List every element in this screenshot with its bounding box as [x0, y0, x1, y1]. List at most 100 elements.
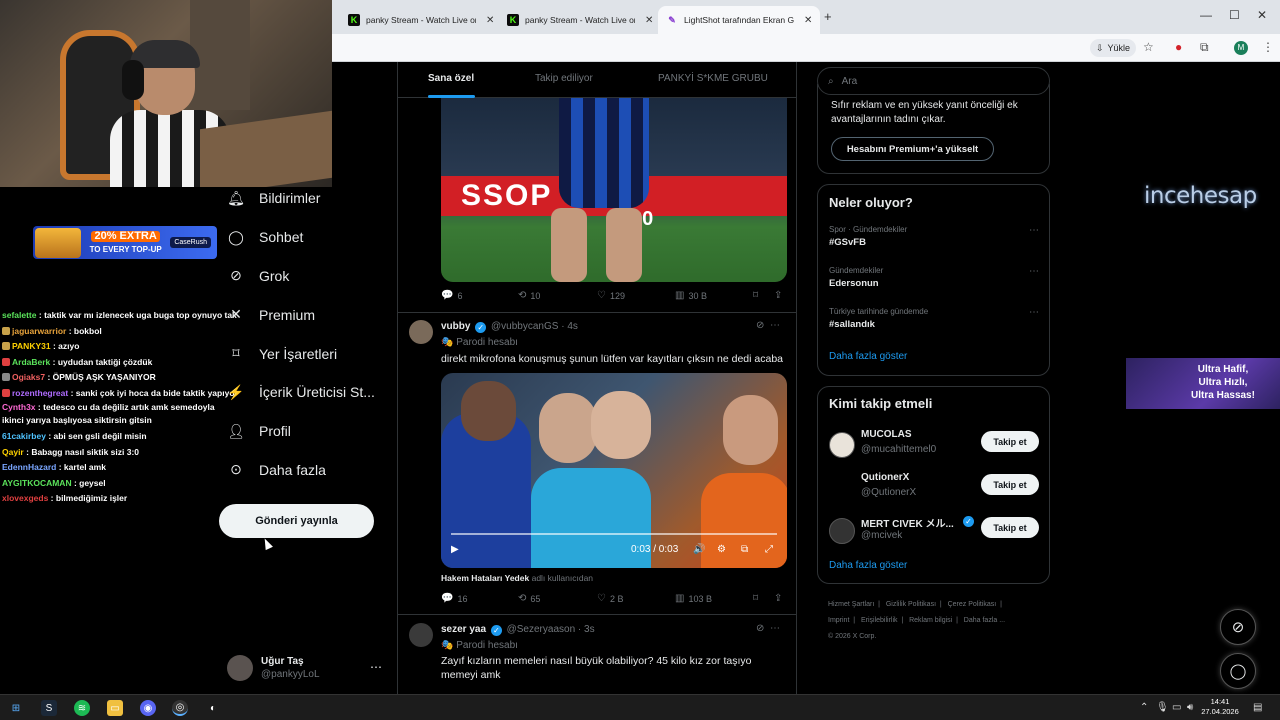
views-button[interactable]: ▥ 30 B: [675, 290, 707, 301]
avatar[interactable]: [829, 432, 855, 458]
browser-profile-avatar[interactable]: M: [1234, 41, 1248, 55]
browser-tab-active[interactable]: ✎ LightShot tarafından Ekran Görüntüsü ✕: [658, 6, 821, 34]
suggested-name[interactable]: MERT CIVEK メル...: [861, 515, 954, 530]
grok-icon[interactable]: ⊘: [756, 623, 764, 634]
more-options-icon[interactable]: ⋯: [770, 320, 780, 331]
notifications-icon[interactable]: ▤: [1253, 702, 1262, 713]
video-progress-bar[interactable]: [451, 533, 777, 535]
tab-following[interactable]: Takip ediliyor: [535, 73, 593, 84]
follow-suggestion[interactable]: MUCOLAS @mucahittemel0 Takip et: [829, 429, 1041, 465]
nav-profile[interactable]: 👤︎ Profil: [227, 412, 397, 451]
trend-item[interactable]: Gündemdekiler Edersonun ⋯: [829, 266, 1039, 289]
more-options-icon[interactable]: ⋯: [770, 623, 780, 634]
avatar[interactable]: [409, 623, 433, 647]
extensions-puzzle-icon[interactable]: ⧉: [1200, 40, 1209, 55]
install-button[interactable]: ⇩ Yükle: [1090, 39, 1137, 57]
suggested-name[interactable]: MUCOLAS: [861, 429, 912, 440]
author-name[interactable]: sezer yaa: [441, 624, 486, 635]
windows-start-icon[interactable]: ⊞: [8, 700, 24, 716]
avatar[interactable]: [409, 320, 433, 344]
maximize-icon[interactable]: ☐: [1229, 8, 1240, 22]
more-options-icon[interactable]: ⋯: [1029, 307, 1039, 318]
browser-menu-icon[interactable]: ⋮: [1262, 40, 1274, 54]
nav-notifications[interactable]: 🔔︎ Bildirimler: [227, 179, 397, 218]
share-button[interactable]: ⇪: [774, 593, 786, 604]
follow-suggestion[interactable]: QutionerX @QutionerX Takip et: [829, 472, 1041, 508]
upgrade-premium-button[interactable]: Hesabını Premium+'a yükselt: [831, 137, 994, 161]
close-tab-icon[interactable]: ✕: [804, 15, 812, 26]
browser-tab[interactable]: K panky Stream - Watch Live on Kick ✕: [340, 6, 502, 34]
grok-icon[interactable]: ⊘: [756, 320, 764, 331]
play-icon[interactable]: ▶: [451, 544, 459, 555]
trend-item[interactable]: Spor · Gündemdekiler #GSvFB ⋯: [829, 225, 1039, 248]
account-switcher[interactable]: Uğur Taş @pankyyLoL: [227, 655, 320, 681]
footer-link[interactable]: Imprint: [828, 617, 849, 624]
steam-icon[interactable]: S: [41, 700, 57, 716]
minimize-icon[interactable]: —: [1200, 8, 1212, 22]
footer-link[interactable]: Erişilebilirlik: [861, 617, 898, 624]
share-button[interactable]: ⇪: [774, 290, 786, 301]
footer-link[interactable]: Daha fazla ...: [964, 617, 1005, 624]
discord-icon[interactable]: ◉: [140, 700, 156, 716]
spotify-icon[interactable]: ≋: [74, 700, 90, 716]
nav-grok[interactable]: ⊘ Grok: [227, 257, 397, 296]
bookmark-button[interactable]: ⌑: [753, 290, 762, 301]
extension-icon[interactable]: ●: [1175, 40, 1182, 54]
author-name[interactable]: vubby: [441, 321, 470, 332]
author-handle[interactable]: @Sezeryaason: [507, 624, 576, 635]
close-tab-icon[interactable]: ✕: [486, 15, 494, 26]
settings-gear-icon[interactable]: ⚙: [717, 544, 726, 555]
reply-button[interactable]: 💬 16: [441, 593, 467, 604]
post-media-image[interactable]: SSOP 20: [441, 98, 787, 282]
footer-link[interactable]: Gizlilik Politikası: [886, 601, 936, 608]
new-tab-icon[interactable]: +: [824, 9, 832, 24]
footer-link[interactable]: Çerez Politikası: [948, 601, 997, 608]
nav-premium[interactable]: ✕ Premium: [227, 295, 397, 334]
nav-bookmarks[interactable]: ⌑ Yer İşaretleri: [227, 334, 397, 373]
show-more-link[interactable]: Daha fazla göster: [829, 560, 907, 571]
author-handle[interactable]: @vubbycanGS: [491, 321, 558, 332]
picture-in-picture-icon[interactable]: ⧉: [741, 544, 748, 555]
post-time[interactable]: · 4s: [561, 321, 578, 332]
views-button[interactable]: ▥ 103 B: [675, 593, 712, 604]
fullscreen-icon[interactable]: ⤢: [765, 544, 773, 555]
messages-float-button[interactable]: ◯: [1220, 653, 1256, 689]
bookmark-star-icon[interactable]: ☆: [1143, 40, 1154, 54]
footer-link[interactable]: Reklam bilgisi: [909, 617, 952, 624]
more-options-icon[interactable]: ⋯: [1029, 225, 1039, 236]
more-options-icon[interactable]: ⋯: [1029, 266, 1039, 277]
trend-item[interactable]: Türkiye tarihinde gündemde #sallandık ⋯: [829, 307, 1039, 330]
post-button[interactable]: Gönderi yayınla: [219, 504, 374, 538]
avatar[interactable]: [829, 475, 855, 501]
suggested-name[interactable]: QutionerX: [861, 472, 909, 483]
network-icon[interactable]: ▭: [1172, 702, 1181, 713]
chrome-icon[interactable]: ◎: [172, 700, 188, 716]
follow-button[interactable]: Takip et: [981, 517, 1039, 538]
close-window-icon[interactable]: ✕: [1257, 8, 1267, 22]
like-button[interactable]: ♡ 2 B: [597, 593, 623, 604]
grok-float-button[interactable]: ⊘: [1220, 609, 1256, 645]
obs-icon[interactable]: ◐: [205, 700, 221, 716]
more-options-icon[interactable]: ⋯: [370, 660, 382, 674]
close-tab-icon[interactable]: ✕: [645, 15, 653, 26]
footer-link[interactable]: Hizmet Şartları: [828, 601, 874, 608]
volume-icon[interactable]: 🔊: [693, 544, 705, 555]
search-input[interactable]: ⌕ Ara: [817, 67, 1050, 95]
post-video[interactable]: ▶ 0:03 / 0:03 🔊 ⚙ ⧉ ⤢: [441, 373, 787, 568]
repost-button[interactable]: ⟲ 10: [518, 290, 540, 301]
post-time[interactable]: · 3s: [578, 624, 595, 635]
follow-button[interactable]: Takip et: [981, 474, 1039, 495]
follow-suggestion[interactable]: MERT CIVEK メル... ✓ @mcivek Takip et: [829, 515, 1041, 551]
nav-chat[interactable]: ◯ Sohbet: [227, 218, 397, 257]
file-explorer-icon[interactable]: ▭: [107, 700, 123, 716]
avatar[interactable]: [829, 518, 855, 544]
tab-list[interactable]: PANKYİ S*KME GRUBU: [658, 73, 768, 84]
browser-tab[interactable]: K panky Stream - Watch Live on Kick ✕: [499, 6, 661, 34]
bookmark-button[interactable]: ⌑: [753, 593, 762, 604]
tab-for-you[interactable]: Sana özel: [428, 73, 474, 84]
follow-button[interactable]: Takip et: [981, 431, 1039, 452]
system-clock[interactable]: 14:41 27.04.2026: [1200, 697, 1240, 717]
repost-button[interactable]: ⟲ 65: [518, 593, 540, 604]
source-account-name[interactable]: Hakem Hataları Yedek: [441, 573, 529, 583]
nav-more[interactable]: ⊙ Daha fazla: [227, 451, 397, 490]
